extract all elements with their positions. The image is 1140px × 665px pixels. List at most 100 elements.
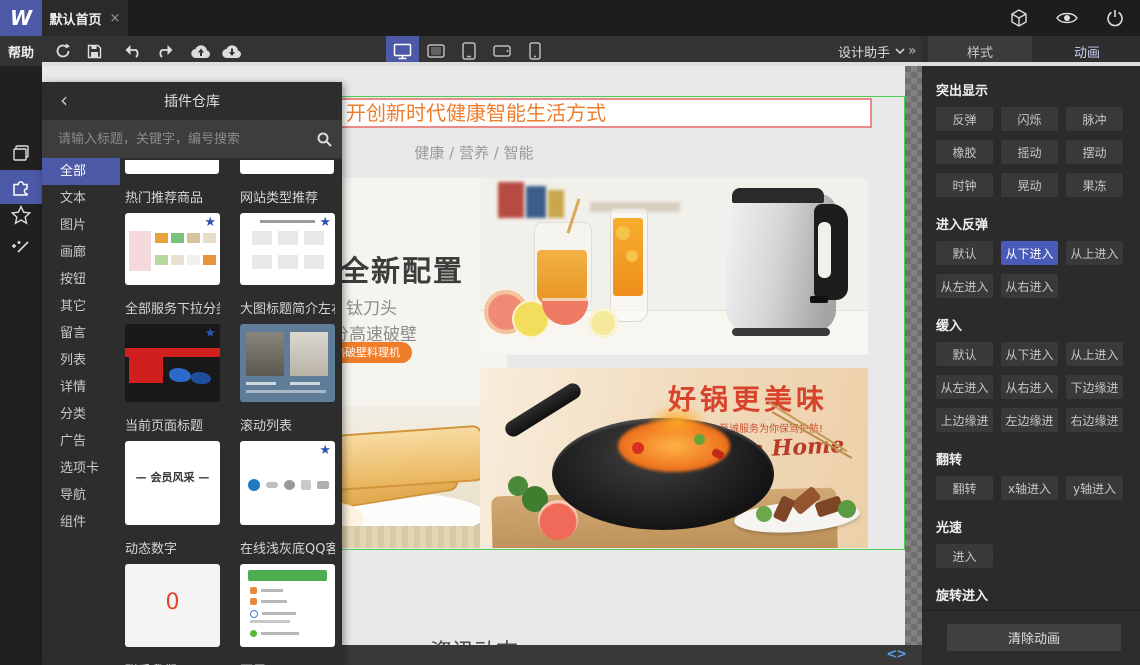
category-text[interactable]: 文本 [42, 185, 120, 212]
decor-qq-icon [250, 587, 257, 594]
search-input[interactable] [42, 131, 306, 147]
anim-right-edge[interactable]: 右边缘进 [1066, 408, 1123, 432]
anim-enter-from-bottom[interactable]: 从下进入 [1001, 342, 1058, 366]
anim-rubber[interactable]: 橡胶 [936, 140, 993, 164]
anim-flip-x[interactable]: x轴进入 [1001, 476, 1058, 500]
decor-thumb [171, 255, 184, 265]
plugin-card-hot-products[interactable]: ★ [125, 213, 220, 285]
category-other[interactable]: 其它 [42, 293, 120, 320]
cloud-upload-icon[interactable] [190, 39, 212, 63]
plugin-card-partial[interactable] [240, 160, 334, 174]
plugin-card-dropdown-nav[interactable]: ★ [125, 324, 220, 402]
category-gallery[interactable]: 画廊 [42, 239, 120, 266]
category-classify[interactable]: 分类 [42, 401, 120, 428]
search-icon[interactable] [306, 132, 342, 147]
kettle-photo[interactable] [480, 178, 868, 355]
anim-wobble[interactable]: 晃动 [1001, 173, 1058, 197]
redo-icon[interactable] [153, 39, 175, 63]
canvas-scrollbar[interactable] [905, 66, 922, 665]
logo[interactable]: W [0, 0, 42, 36]
plugin-card-big-image-slider[interactable] [240, 324, 335, 402]
category-tabs[interactable]: 选项卡 [42, 455, 120, 482]
anim-enter-from-bottom[interactable]: 从下进入 [1001, 241, 1058, 265]
favorite-star-icon[interactable]: ★ [319, 444, 331, 457]
decor-lettuce [756, 506, 772, 522]
plugin-label: 当前页面标题 [125, 419, 204, 434]
anim-bounce[interactable]: 反弹 [936, 107, 993, 131]
anim-enter-from-top[interactable]: 从上进入 [1066, 342, 1123, 366]
section-title: 旋转进入 [936, 589, 989, 604]
page-heading-text: 开创新时代健康智能生活方式 [346, 101, 606, 125]
anim-flash[interactable]: 闪烁 [1001, 107, 1058, 131]
decor-line [260, 220, 315, 223]
decor-thumb [171, 233, 184, 243]
sidebar-item-pages[interactable] [0, 136, 42, 170]
preview-eye-icon[interactable] [1056, 7, 1078, 29]
category-all[interactable]: 全部 [42, 158, 120, 185]
plugin-panel-title: 插件仓库 [164, 94, 220, 110]
decor-logo [284, 480, 295, 490]
decor-navbar [125, 348, 220, 357]
decor-scallion [694, 434, 705, 445]
anim-enter-from-right[interactable]: 从右进入 [1001, 274, 1058, 298]
category-detail[interactable]: 详情 [42, 374, 120, 401]
category-image[interactable]: 图片 [42, 212, 120, 239]
category-nav[interactable]: 导航 [42, 482, 120, 509]
anim-flip-y[interactable]: y轴进入 [1066, 476, 1123, 500]
plugin-card-site-types[interactable]: ★ [240, 213, 335, 285]
anim-default[interactable]: 默认 [936, 241, 993, 265]
wok-photo[interactable]: 好锅更美味 无忧购物，至诚服务为你保驾护航! Warm Home [480, 368, 868, 548]
favorite-star-icon[interactable]: ★ [204, 327, 216, 340]
close-tab-icon[interactable]: × [110, 11, 121, 26]
plugin-card-partial[interactable] [125, 160, 219, 174]
plugin-card-qq-service[interactable] [240, 564, 335, 647]
sidebar-item-magic-tools[interactable] [0, 232, 42, 266]
clear-animation-button[interactable]: 清除动画 [947, 624, 1121, 651]
decor-thumb [155, 255, 168, 265]
anim-enter-from-left[interactable]: 从左进入 [936, 375, 993, 399]
plugin-card-page-title[interactable]: — 会员风采 — [125, 441, 220, 525]
decor-line [261, 600, 287, 603]
publish-cube-icon[interactable] [1008, 7, 1030, 29]
anim-enter-from-right[interactable]: 从右进入 [1001, 375, 1058, 399]
decor-pepper [632, 442, 644, 454]
anim-shake[interactable]: 摇动 [1001, 140, 1058, 164]
code-view-icon[interactable]: <> [886, 647, 907, 662]
anim-tada[interactable]: 时钟 [936, 173, 993, 197]
back-chevron-icon[interactable]: ‹ [60, 88, 68, 112]
anim-lightspeed-in[interactable]: 进入 [936, 544, 993, 568]
favorite-star-icon[interactable]: ★ [319, 216, 331, 229]
anim-pulse[interactable]: 脉冲 [1066, 107, 1123, 131]
undo-icon[interactable] [122, 39, 144, 63]
refresh-icon[interactable] [52, 39, 74, 63]
anim-jello[interactable]: 果冻 [1066, 173, 1123, 197]
category-ad[interactable]: 广告 [42, 428, 120, 455]
help-button[interactable]: 帮助 [0, 36, 42, 66]
plugin-card-scroll-list[interactable]: ★ [240, 441, 335, 525]
anim-swing[interactable]: 摆动 [1066, 140, 1123, 164]
save-icon[interactable] [83, 39, 105, 63]
sidebar-item-favorites[interactable] [0, 198, 42, 232]
plugin-card-dynamic-number[interactable]: 0 [125, 564, 220, 647]
cloud-download-icon[interactable] [221, 39, 243, 63]
anim-enter-from-left[interactable]: 从左进入 [936, 274, 993, 298]
category-message[interactable]: 留言 [42, 320, 120, 347]
category-component[interactable]: 组件 [42, 509, 120, 536]
anim-bottom-edge[interactable]: 下边缘进 [1066, 375, 1123, 399]
favorite-star-icon[interactable]: ★ [204, 216, 216, 229]
page-tab[interactable]: 默认首页 × [42, 0, 128, 36]
anim-left-edge[interactable]: 左边缘进 [1001, 408, 1058, 432]
decor-phone-icon [250, 630, 257, 637]
category-list[interactable]: 列表 [42, 347, 120, 374]
decor-kettle-base [732, 328, 830, 336]
section-title: 翻转 [936, 453, 963, 468]
plugin-label: 全部服务下拉分类带... [125, 302, 220, 317]
anim-top-edge[interactable]: 上边缘进 [936, 408, 993, 432]
anim-enter-from-top[interactable]: 从上进入 [1066, 241, 1123, 265]
power-exit-icon[interactable] [1104, 7, 1126, 29]
anim-flip[interactable]: 翻转 [936, 476, 993, 500]
anim-default[interactable]: 默认 [936, 342, 993, 366]
category-button[interactable]: 按钮 [42, 266, 120, 293]
decor-book [498, 182, 524, 218]
animation-panel-footer: 清除动画 [922, 610, 1140, 665]
